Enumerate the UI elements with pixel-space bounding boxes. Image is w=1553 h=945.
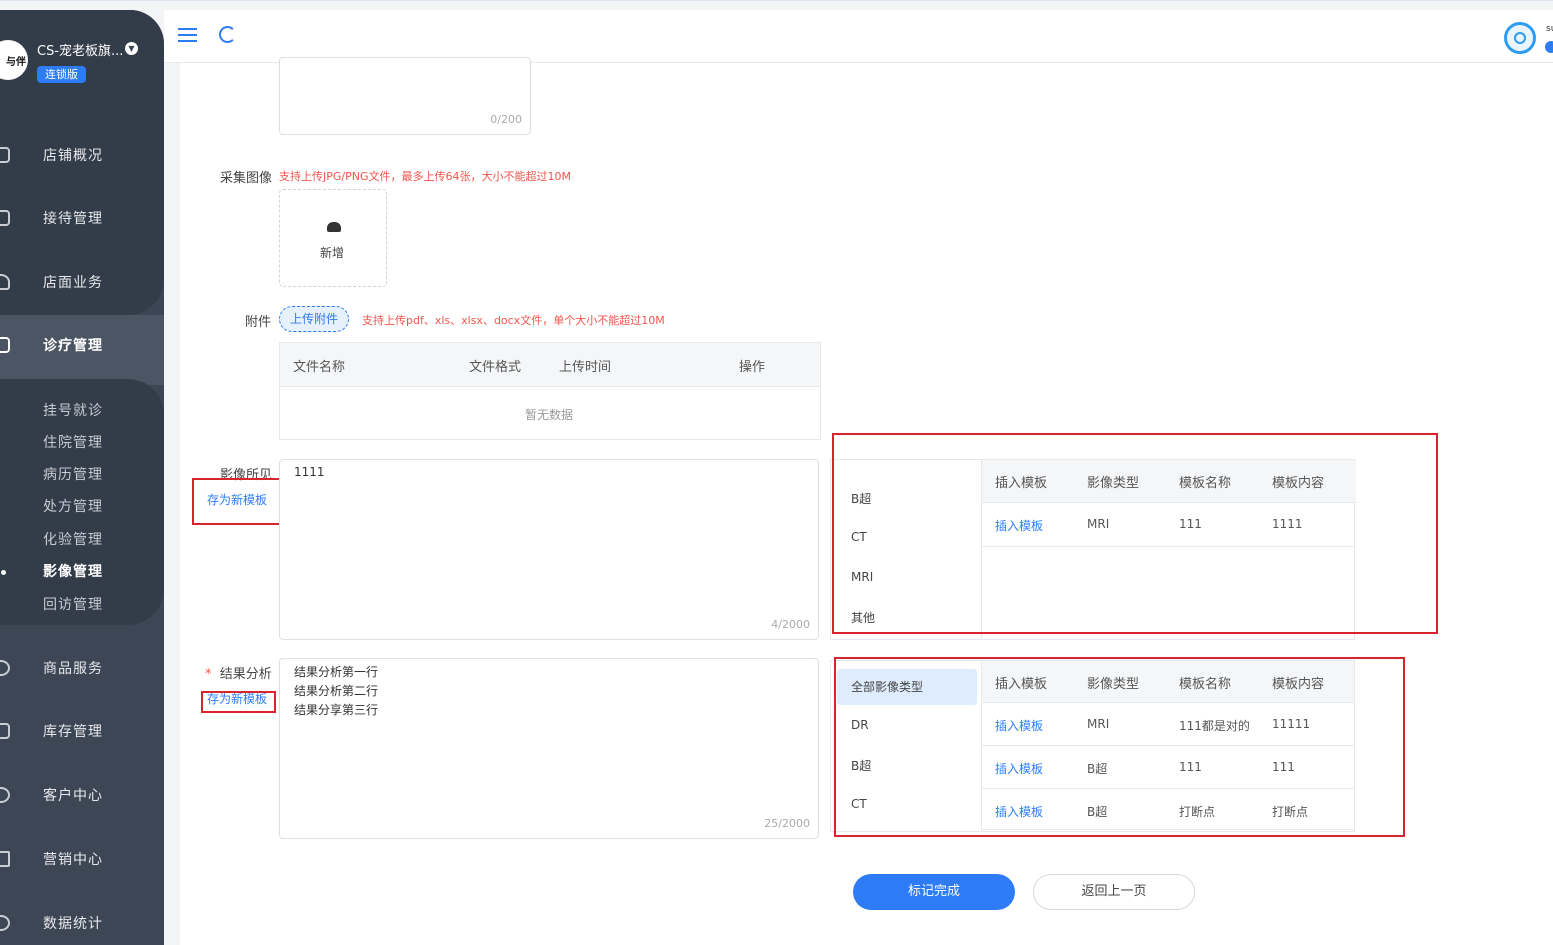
column-header: 操作 (739, 360, 766, 375)
sidebar-item-products[interactable]: 商品服务 (0, 653, 164, 683)
mark-complete-button[interactable]: 标记完成 (853, 874, 1015, 910)
sidebar-item-label: 库存管理 (43, 724, 103, 740)
home-icon (0, 274, 10, 290)
sidebar-item-customers[interactable]: 客户中心 (0, 780, 164, 810)
findings-value: 1111 (294, 465, 325, 479)
upload-attachment-button[interactable]: 上传附件 (279, 306, 350, 332)
sidebar-item-inventory[interactable]: 库存管理 (0, 716, 164, 746)
sidebar-item-label: 接待管理 (43, 211, 103, 227)
submenu-item-hospitalization[interactable]: 住院管理 (43, 432, 103, 452)
submenu-item-medical-records[interactable]: 病历管理 (43, 464, 103, 484)
sidebar-item-marketing[interactable]: 营销中心 (0, 844, 164, 874)
sidebar-item-label: 店铺概况 (43, 148, 103, 164)
findings-textarea[interactable]: 1111 4/2000 (279, 459, 819, 640)
submenu-item-registration[interactable]: 挂号就诊 (43, 400, 103, 420)
annotation-box (832, 433, 1438, 634)
submenu-item-lab-tests[interactable]: 化验管理 (43, 529, 103, 549)
sidebar-item-label: 商品服务 (43, 661, 103, 677)
bag-icon (0, 660, 10, 676)
refresh-icon[interactable] (219, 26, 236, 43)
sidebar-item-reception[interactable]: 接待管理 (0, 203, 164, 233)
top-border (0, 0, 1553, 1)
avatar-emblem-icon (1514, 32, 1526, 44)
column-header: 文件格式 (469, 360, 522, 375)
sidebar-item-store-overview[interactable]: 店铺概况 (0, 140, 164, 170)
sidebar-item-label: 客户中心 (43, 788, 103, 804)
annotation-box (192, 478, 290, 525)
user-name[interactable]: su (1546, 24, 1553, 34)
store-name[interactable]: CS-宠老板旗... (37, 40, 123, 59)
image-upload-hint: 支持上传JPG/PNG文件，最多上传64张，大小不能超过10M (279, 170, 571, 183)
user-status-indicator (1545, 41, 1553, 53)
chevron-down-icon[interactable]: ▼ (125, 42, 138, 55)
main-content: 0/200 采集图像 支持上传JPG/PNG文件，最多上传64张，大小不能超过1… (180, 57, 1553, 945)
store-badge: 连锁版 (37, 66, 86, 83)
sidebar-item-medical[interactable]: 诊疗管理 (0, 330, 164, 360)
user-icon (0, 787, 10, 803)
annotation-box (834, 657, 1405, 837)
image-upload-box[interactable]: 新增 (279, 189, 387, 287)
char-counter: 0/200 (490, 113, 522, 126)
annotation-box (201, 691, 276, 713)
analysis-value: 结果分析第一行 结果分析第二行 结果分享第三行 (294, 663, 378, 720)
chart-icon (0, 147, 10, 163)
clipboard-icon (0, 210, 10, 226)
medical-kit-icon (0, 337, 10, 353)
submenu-item-follow-up[interactable]: 回访管理 (43, 594, 103, 614)
upload-add-label: 新增 (320, 246, 345, 260)
attachment-hint: 支持上传pdf、xls、xlsx、docx文件，单个大小不能超过10M (362, 314, 665, 327)
user-avatar[interactable] (1504, 22, 1536, 54)
bar-chart-icon (0, 851, 10, 867)
analysis-label: * 结果分析 (205, 663, 272, 682)
sidebar-item-label: 店面业务 (43, 275, 103, 291)
remark-textarea[interactable]: 0/200 (279, 57, 531, 135)
sidebar: 与伴 CS-宠老板旗... ▼ 连锁版 店铺概况 接待管理 店面业务 诊疗管理 … (0, 10, 164, 945)
required-mark: * (205, 667, 212, 682)
sidebar-item-label: 诊疗管理 (43, 338, 103, 354)
attachment-label: 附件 (245, 315, 272, 330)
sidebar-item-statistics[interactable]: 数据统计 (0, 908, 164, 938)
top-header: su (164, 10, 1553, 63)
analysis-line: 结果分析第二行 (294, 684, 379, 698)
file-table-header: 文件名称 文件格式 上传时间 操作 (280, 343, 820, 387)
cloud-upload-icon (327, 222, 341, 232)
analysis-label-text: 结果分析 (219, 667, 272, 682)
submenu-item-imaging[interactable]: 影像管理 (43, 561, 103, 581)
char-counter: 25/2000 (764, 817, 810, 830)
active-indicator-dot (1, 570, 6, 575)
pie-chart-icon (0, 915, 10, 931)
empty-state: 暂无数据 (525, 408, 574, 422)
analysis-line: 结果分享第三行 (294, 703, 379, 717)
sidebar-item-label: 数据统计 (43, 916, 103, 932)
menu-toggle-icon[interactable] (178, 28, 197, 42)
analysis-textarea[interactable]: 结果分析第一行 结果分析第二行 结果分享第三行 25/2000 (279, 658, 819, 839)
image-capture-label: 采集图像 (220, 171, 273, 186)
file-table: 文件名称 文件格式 上传时间 操作 暂无数据 (279, 342, 821, 440)
box-icon (0, 723, 10, 739)
submenu-item-prescriptions[interactable]: 处方管理 (43, 496, 103, 516)
column-header: 文件名称 (293, 360, 346, 375)
analysis-line: 结果分析第一行 (294, 665, 379, 679)
sidebar-item-label: 营销中心 (43, 852, 103, 868)
sidebar-item-store-business[interactable]: 店面业务 (0, 267, 164, 297)
column-header: 上传时间 (559, 360, 612, 375)
char-counter: 4/2000 (771, 618, 810, 631)
back-button[interactable]: 返回上一页 (1033, 874, 1195, 910)
